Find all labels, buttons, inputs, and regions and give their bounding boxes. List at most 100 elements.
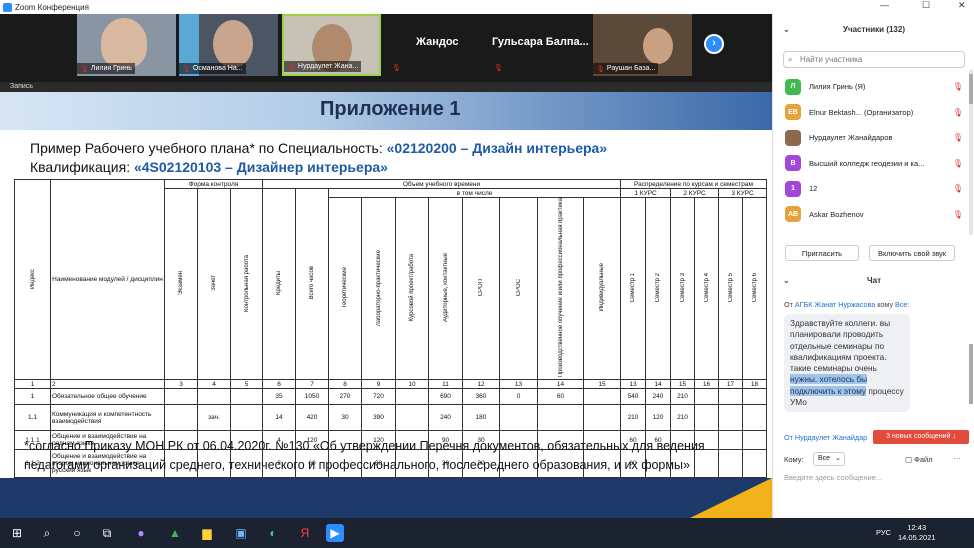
zoom-taskbar-icon[interactable]: ▶ — [326, 524, 344, 542]
table-cell: 12 — [462, 379, 500, 390]
side-panel: ⌄ Участники (132) ⌕ Найти участника Л Лил… — [772, 14, 974, 518]
next-page-button[interactable]: › — [704, 34, 724, 54]
table-cell — [197, 388, 231, 406]
table-cell: 60 — [537, 388, 584, 406]
participants-scrollbar[interactable] — [969, 70, 973, 235]
video-tile[interactable]: 🎙︎ Раушан База... — [593, 14, 692, 76]
header-practice: Производственное обучение и/или професси… — [537, 196, 584, 381]
new-messages-button[interactable]: 3 новых сообщений ↓ — [873, 430, 969, 444]
participant-row[interactable]: AB Askar Bozhenov 🎙︎ — [773, 202, 969, 228]
window-title: Zoom Конференция — [15, 2, 89, 12]
yandex-icon[interactable]: Я — [296, 524, 314, 542]
video-tile[interactable]: 🎙︎ Лилия Гринь — [77, 14, 176, 76]
avatar — [785, 129, 801, 146]
video-name-big: Гульсара Балпа... — [492, 36, 589, 48]
file-icon: ▢ — [905, 455, 915, 464]
file-button[interactable]: ▢ Файл — [905, 455, 933, 464]
participant-name: 12 — [809, 184, 818, 194]
header-semester-1: Семестр 1 — [620, 196, 646, 381]
language-indicator[interactable]: РУС — [876, 528, 891, 537]
header-course-2: 2 КУРС — [670, 188, 719, 198]
participant-row[interactable]: Нурдаулет Жанайдаров 🎙︎ — [773, 125, 969, 151]
close-button[interactable]: ✕ — [958, 0, 966, 11]
recipient-select[interactable]: Все ⌄ — [813, 452, 845, 466]
video-name-big: Жандос — [416, 36, 459, 48]
table-cell: 210 — [670, 404, 695, 432]
table-cell: 240 — [645, 388, 671, 406]
minimize-button[interactable]: — — [880, 0, 889, 10]
qualification-line: Квалификация: «4S02120103 – Дизайнер инт… — [30, 159, 388, 175]
participant-search-input[interactable]: ⌕ Найти участника — [783, 51, 965, 68]
invite-button[interactable]: Пригласить — [785, 245, 859, 261]
avatar: EB — [785, 104, 801, 121]
header-semester-2: Семестр 2 — [645, 196, 671, 381]
search-icon[interactable]: ⌕ — [38, 524, 56, 542]
table-row: 1.1 Коммуникация и компетентность взаимод… — [14, 404, 767, 432]
table-cell — [164, 404, 198, 432]
table-cell: 11 — [428, 379, 463, 390]
clock[interactable]: 12:43 14.05.2021 — [898, 523, 936, 543]
participant-list: Л Лилия Гринь (Я) 🎙︎ EB Elnur Bektash... (Ор… — [773, 74, 969, 227]
table-cell — [742, 449, 767, 479]
unmute-self-button[interactable]: Включить свой звук — [869, 245, 955, 261]
header-individual: Индивидуальные — [583, 196, 621, 381]
avatar: 1 — [785, 180, 801, 197]
windows-start-icon[interactable]: ⊞ — [8, 524, 26, 542]
collapse-icon[interactable]: ⌄ — [783, 25, 790, 34]
table-cell: 540 — [620, 388, 646, 406]
table-cell — [583, 404, 621, 432]
to-label: Кому: — [784, 455, 804, 464]
table-cell: 1050 — [295, 388, 329, 406]
mic-muted-icon: 🎙︎ — [392, 65, 401, 72]
mic-muted-icon: 🎙︎ — [494, 65, 503, 72]
title-bar: Zoom Конференция — ☐ ✕ — [0, 0, 974, 14]
table-cell: 390 — [361, 404, 396, 432]
header-course-3: 3 КУРС — [718, 188, 767, 198]
edge-icon[interactable]: ◐ — [264, 524, 282, 542]
message-sender-line: От Нурдаулет Жанайдар — [784, 433, 868, 442]
table-cell: 14 — [262, 404, 296, 432]
chevron-down-icon: ⌄ — [835, 455, 841, 462]
table-cell: 3 — [164, 379, 198, 390]
collapse-icon[interactable]: ⌄ — [783, 276, 790, 285]
more-icon[interactable]: ··· — [953, 454, 961, 463]
table-cell — [694, 388, 719, 406]
chat-input[interactable]: Введите здесь сообщение... — [784, 473, 882, 482]
table-cell — [694, 404, 719, 432]
table-cell: 8 — [328, 379, 362, 390]
table-cell — [718, 404, 743, 432]
table-cell: 35 — [262, 388, 296, 406]
video-tile-active[interactable]: 🎙︎ Нурдаулет Жана... — [282, 14, 381, 76]
mic-muted-icon: 🎙︎ — [80, 65, 89, 73]
chat-header: ⌄ Чат — [783, 276, 881, 285]
slide-title: Приложение 1 — [320, 98, 461, 120]
table-cell — [395, 404, 429, 432]
table-cell: 15 — [583, 379, 621, 390]
cortana-icon[interactable]: ○ — [68, 524, 86, 542]
header-name: Наименование модулей / дисциплин — [50, 178, 165, 381]
app-icon[interactable]: ● — [132, 524, 150, 542]
header-auditorium: Аудиторные, контактные — [428, 196, 463, 381]
maximize-button[interactable]: ☐ — [922, 0, 930, 11]
chat-scrollbar[interactable] — [969, 344, 973, 404]
participant-row[interactable]: 1 12 🎙︎ — [773, 176, 969, 202]
table-cell: 9 — [361, 379, 396, 390]
file-explorer-icon[interactable]: ▆ — [198, 524, 216, 542]
cell-name: Обязательное общее обучение — [50, 388, 165, 406]
recording-indicator: Запись — [0, 82, 772, 92]
app-icon[interactable]: ▲ — [166, 524, 184, 542]
participant-row[interactable]: EB Elnur Bektash... (Организатор) 🎙︎ — [773, 100, 969, 126]
search-icon: ⌕ — [788, 55, 793, 64]
header-course-project: Курсовой проект/работа — [395, 196, 429, 381]
table-cell — [537, 404, 584, 432]
store-icon[interactable]: ▣ — [232, 524, 250, 542]
header-control-work: Контрольная работа — [230, 187, 263, 381]
mic-muted-icon: 🎙︎ — [952, 82, 963, 91]
participant-row[interactable]: Л Лилия Гринь (Я) 🎙︎ — [773, 74, 969, 100]
participant-row[interactable]: В Высший колледж геодезии и ка... 🎙︎ — [773, 151, 969, 177]
task-view-icon[interactable]: ⧉ — [98, 524, 116, 542]
table-cell: 10 — [395, 379, 429, 390]
participant-name: Высший колледж геодезии и ка... — [809, 158, 925, 168]
header-credits: Кредиты — [262, 187, 296, 381]
video-tile[interactable]: 🎙︎ Османова На... — [179, 14, 278, 76]
